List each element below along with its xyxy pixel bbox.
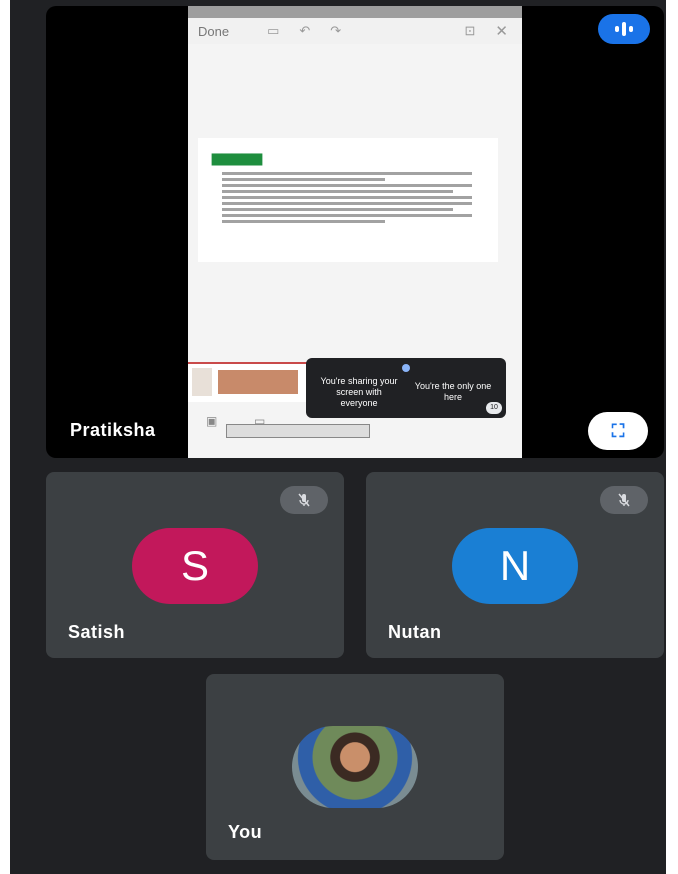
self-name: You [228, 822, 263, 842]
participant-count-badge: 10 [486, 402, 502, 414]
document-line [222, 196, 473, 199]
fit-icon: ▭ [267, 23, 280, 38]
slide-thumbnail [192, 368, 212, 396]
presenter-bar [226, 424, 370, 438]
present-icon: ⊡ [464, 23, 476, 38]
document-line [222, 202, 473, 205]
document-line [222, 172, 473, 175]
participant-tile-satish[interactable]: S Satish [46, 472, 344, 658]
avatar: N [452, 528, 578, 604]
document-line [222, 190, 454, 193]
screen-share-toast: You're sharing your screen with everyone… [306, 358, 506, 418]
avatar: S [132, 528, 258, 604]
shared-toolbar: Done ▭ ↶ ↷ ⊡ ✕ [188, 18, 522, 44]
undo-icon: ↶ [299, 23, 311, 38]
status-bar [188, 6, 522, 18]
participant-name: Nutan [388, 622, 442, 642]
document-line [222, 184, 473, 187]
presenter-tile[interactable]: Done ▭ ↶ ↷ ⊡ ✕ ▆▆▆▆▆ ▣ ▭ You're sharing … [46, 6, 664, 458]
done-button: Done [198, 23, 230, 39]
document-line [222, 220, 386, 223]
fullscreen-icon: ⛶ [611, 420, 625, 441]
fullscreen-button[interactable]: ⛶ [588, 412, 648, 450]
shared-screen: Done ▭ ↶ ↷ ⊡ ✕ ▆▆▆▆▆ ▣ ▭ You're sharing … [188, 6, 522, 458]
redo-icon: ↷ [330, 23, 342, 38]
meeting-screen: Done ▭ ↶ ↷ ⊡ ✕ ▆▆▆▆▆ ▣ ▭ You're sharing … [10, 0, 666, 874]
self-avatar-photo [292, 726, 418, 808]
participant-name: Satish [68, 622, 126, 642]
document-heading-image: ▆▆▆▆▆ [212, 150, 262, 165]
sharing-message: You're sharing your screen with everyone [320, 375, 398, 408]
mic-off-icon [280, 486, 328, 514]
slide-thumbnail [218, 370, 298, 394]
only-one-message: You're the only one here [414, 381, 492, 402]
document-line [222, 214, 473, 217]
document-line [222, 178, 386, 181]
audio-level-icon [598, 14, 650, 44]
self-tile[interactable]: You [206, 674, 504, 860]
mic-off-icon [600, 486, 648, 514]
presenter-name: Pratiksha [70, 420, 156, 440]
document-page: ▆▆▆▆▆ [198, 138, 498, 262]
close-icon: ✕ [495, 23, 508, 40]
document-line [222, 208, 454, 211]
share-indicator-icon [402, 364, 410, 372]
slide-thumbnails [188, 362, 308, 402]
participant-tile-nutan[interactable]: N Nutan [366, 472, 664, 658]
